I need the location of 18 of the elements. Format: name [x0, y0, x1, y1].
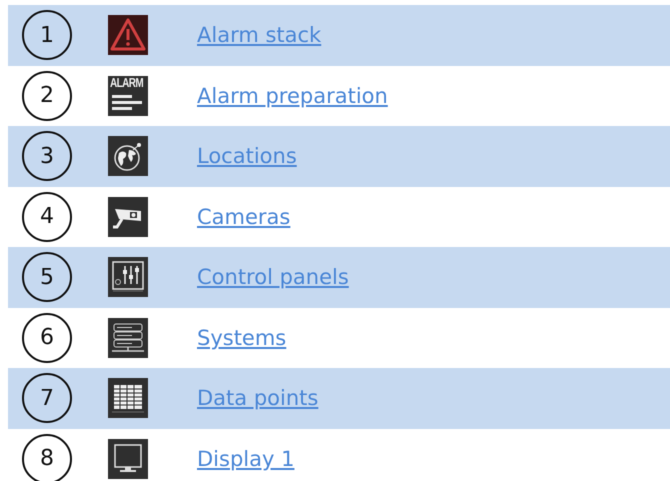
list-lines-icon: [112, 94, 142, 110]
step-number: 3: [22, 131, 72, 182]
link[interactable]: Alarm stack: [197, 23, 322, 48]
link[interactable]: Alarm preparation: [197, 84, 388, 108]
link[interactable]: Data points: [197, 386, 318, 410]
link[interactable]: Systems: [197, 326, 286, 350]
step-number: 5: [22, 252, 72, 302]
step-number: 2: [22, 70, 72, 121]
alarm-label: ALARM: [110, 78, 144, 91]
link[interactable]: Cameras: [197, 204, 290, 229]
step-number: 1: [22, 10, 72, 60]
step-number: 7: [22, 373, 72, 424]
link[interactable]: Control panels: [197, 265, 349, 290]
step-number: 8: [22, 434, 72, 481]
link[interactable]: Locations: [197, 144, 297, 168]
step-number: 4: [22, 192, 72, 242]
step-number: 6: [22, 312, 72, 363]
link[interactable]: Display 1: [197, 446, 294, 471]
